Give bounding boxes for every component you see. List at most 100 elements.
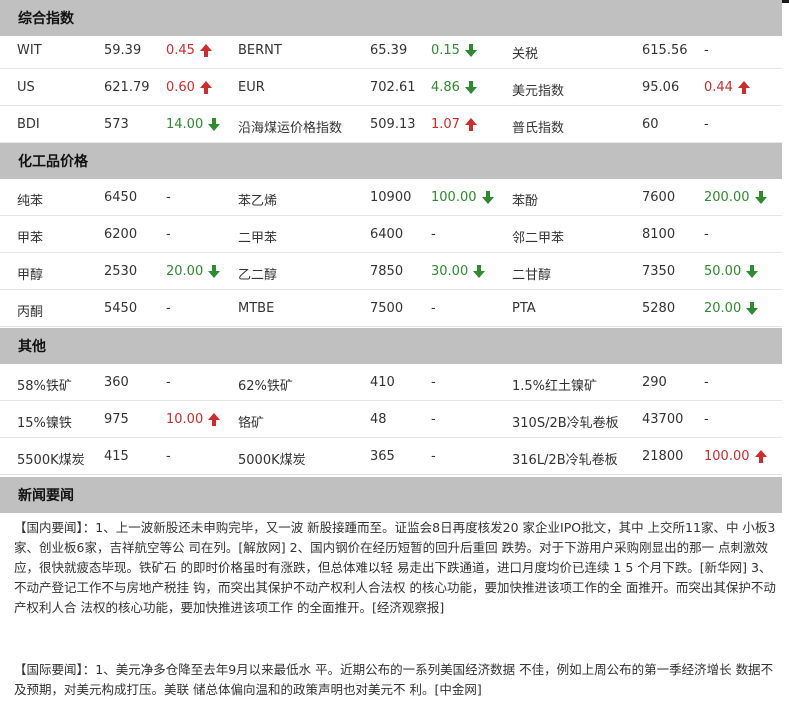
quote-price: 573 [104,117,129,132]
quote-price: 621.79 [104,80,150,95]
quote-name[interactable]: MTBE [238,301,274,316]
quote-change-value: - [431,449,436,464]
quote-change-value: - [166,375,171,390]
quote-change-value: - [166,301,171,316]
quote-name[interactable]: BDI [17,117,40,132]
quote-change: 30.00 [431,264,486,279]
quote-name[interactable]: US [17,80,35,95]
quote-change-value: 0.60 [166,80,195,95]
quote-price: 95.06 [642,80,680,95]
quote-change-value: 100.00 [431,190,477,205]
quote-name[interactable]: 邻二甲苯 [512,227,564,246]
quote-change: - [431,412,436,427]
quote-name[interactable]: BERNT [238,43,282,58]
quote-name[interactable]: 甲醇 [17,264,43,283]
quote-row: 甲醇 2530 20.00 乙二醇 7850 30.00 二甘醇 7350 50.00 [0,253,782,290]
quote-name[interactable]: 二甲苯 [238,227,277,246]
quote-change-value: - [431,301,436,316]
quote-change: - [166,190,171,205]
quote-name[interactable]: 甲苯 [17,227,43,246]
quote-name[interactable]: 丙酮 [17,301,43,320]
section-header-news: 新闻要闻 [0,477,782,513]
section-title: 综合指数 [18,11,74,27]
quote-change: 20.00 [704,301,759,316]
quote-name[interactable]: PTA [512,301,536,316]
quote-change: - [166,375,171,390]
quote-name[interactable]: WIT [17,43,42,58]
quote-change: - [704,412,709,427]
quote-change: 0.45 [166,43,212,58]
quote-change: 0.15 [431,43,477,58]
quote-price: 5450 [104,301,138,316]
quote-change-value: - [166,227,171,242]
quote-name[interactable]: EUR [238,80,265,95]
quote-name[interactable]: 乙二醇 [238,264,277,283]
arrow-up-icon [464,118,477,131]
quote-change-value: - [704,375,709,390]
quote-change-value: - [704,227,709,242]
quote-change: 200.00 [704,190,767,205]
arrow-down-icon [464,81,477,94]
quote-change: 0.44 [704,80,750,95]
arrow-down-icon [746,302,759,315]
quote-name[interactable]: 5000K煤炭 [238,449,306,468]
quote-price: 7600 [642,190,676,205]
quote-name[interactable]: 58%铁矿 [17,375,72,394]
quote-name[interactable]: 铬矿 [238,412,264,431]
quote-name[interactable]: 310S/2B冷轧卷板 [512,412,619,431]
quote-price: 6400 [370,227,404,242]
quote-name[interactable]: 62%铁矿 [238,375,293,394]
quote-name[interactable]: 普氏指数 [512,117,564,136]
quote-change-value: - [166,449,171,464]
arrow-down-icon [208,265,221,278]
arrow-down-icon [208,118,221,131]
quote-change-value: 0.45 [166,43,195,58]
quote-row: WIT 59.39 0.45 BERNT 65.39 0.15 关税 615.56 - [0,32,782,69]
news-domestic: 【国内要闻】：1、上一波新股还未申购完毕，又一波 新股接踵而至。证监会8日再度核… [14,518,782,618]
quote-price: 7350 [642,264,676,279]
quote-row: BDI 573 14.00 沿海煤运价格指数 509.13 1.07 普氏指数 60 - [0,106,782,143]
quote-name[interactable]: 316L/2B冷轧卷板 [512,449,618,468]
quote-change-value: - [431,227,436,242]
news-domestic-text: 【国内要闻】：1、上一波新股还未申购完毕，又一波 新股接踵而至。证监会8日再度核… [14,520,776,615]
quote-change: - [431,375,436,390]
quote-name[interactable]: 苯酚 [512,190,538,209]
quote-row: 甲苯 6200 - 二甲苯 6400 - 邻二甲苯 8100 - [0,216,782,253]
quote-name[interactable]: 1.5%红土镍矿 [512,375,597,394]
quote-change-value: 1.07 [431,117,460,132]
quote-price: 509.13 [370,117,416,132]
quote-row: 丙酮 5450 - MTBE 7500 - PTA 5280 20.00 [0,290,782,327]
arrow-up-icon [199,81,212,94]
quote-name[interactable]: 5500K煤炭 [17,449,85,468]
quote-price: 7500 [370,301,404,316]
quote-change: - [431,227,436,242]
arrow-up-icon [754,450,767,463]
quote-change-value: 0.44 [704,80,733,95]
quote-change-value: 100.00 [704,449,750,464]
quote-change: - [704,117,709,132]
quote-change-value: - [704,117,709,132]
quote-name[interactable]: 15%镍铁 [17,412,72,431]
quote-change-value: 20.00 [166,264,204,279]
quote-name[interactable]: 沿海煤运价格指数 [238,117,342,136]
quote-row: 纯苯 6450 - 苯乙烯 10900 100.00 苯酚 7600 200.00 [0,179,782,216]
quote-name[interactable]: 二甘醇 [512,264,551,283]
quote-change-value: 14.00 [166,117,204,132]
quote-name[interactable]: 美元指数 [512,80,564,99]
quote-price: 8100 [642,227,676,242]
arrow-down-icon [481,191,494,204]
quote-price: 10900 [370,190,412,205]
quote-change-value: - [166,190,171,205]
quote-change: - [704,375,709,390]
quote-name[interactable]: 纯苯 [17,190,43,209]
section-title: 新闻要闻 [18,488,74,504]
quote-change: 10.00 [166,412,221,427]
quote-name[interactable]: 关税 [512,43,538,62]
quote-price: 365 [370,449,395,464]
quote-price: 6450 [104,190,138,205]
quote-price: 702.61 [370,80,416,95]
quote-change: 14.00 [166,117,221,132]
quote-name[interactable]: 苯乙烯 [238,190,277,209]
quote-change-value: 0.15 [431,43,460,58]
quote-change: 20.00 [166,264,221,279]
